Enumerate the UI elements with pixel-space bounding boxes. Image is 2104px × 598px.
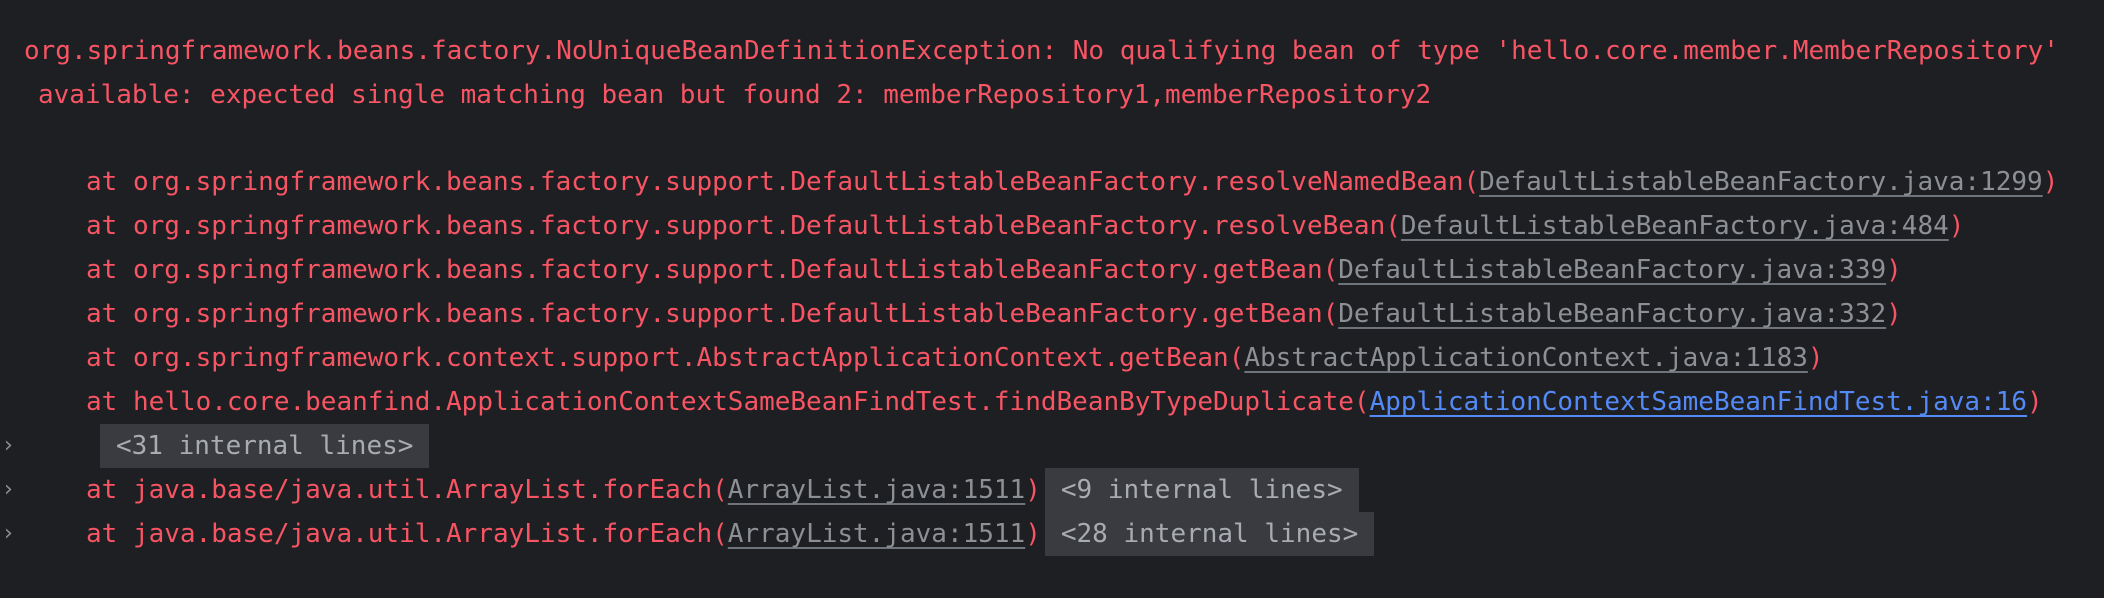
stack-frame-close: )	[1807, 343, 1824, 373]
stack-frame-text: at org.springframework.beans.factory.sup…	[86, 255, 1339, 285]
source-link[interactable]: ArrayList.java:1511	[728, 519, 1025, 549]
stack-frame-text: at org.springframework.beans.factory.sup…	[86, 211, 1401, 241]
chevron-right-icon[interactable]: ›	[4, 468, 18, 512]
stack-frame: at org.springframework.beans.factory.sup…	[86, 292, 1902, 336]
source-link[interactable]: ArrayList.java:1511	[728, 475, 1025, 505]
internal-lines-fold[interactable]: <9 internal lines>	[1044, 468, 1359, 512]
stack-frame-close: )	[1025, 519, 1041, 549]
source-link[interactable]: DefaultListableBeanFactory.java:332	[1338, 299, 1886, 329]
internal-lines-fold[interactable]: <28 internal lines>	[1044, 512, 1375, 556]
source-link[interactable]: DefaultListableBeanFactory.java:484	[1401, 211, 1949, 241]
stack-frame-text: at java.base/java.util.ArrayList.forEach…	[86, 475, 728, 505]
stack-frame-close: )	[1948, 211, 1965, 241]
exception-message-line1: org.springframework.beans.factory.NoUniq…	[24, 36, 2059, 66]
stack-frame: at org.springframework.beans.factory.sup…	[86, 160, 2058, 204]
stack-frame-close: )	[2027, 387, 2043, 417]
stack-frame-text: at org.springframework.context.support.A…	[86, 343, 1245, 373]
chevron-right-icon[interactable]: ›	[4, 512, 18, 556]
source-link[interactable]: AbstractApplicationContext.java:1183	[1244, 343, 1808, 373]
stack-frame-text: at hello.core.beanfind.ApplicationContex…	[86, 387, 1370, 417]
stack-frame: at java.base/java.util.ArrayList.forEach…	[86, 512, 1375, 556]
console-output: org.springframework.beans.factory.NoUniq…	[0, 0, 2104, 598]
exception-message-line2: available: expected single matching bean…	[38, 80, 1432, 110]
stack-frame-text: at org.springframework.beans.factory.sup…	[86, 167, 1480, 197]
stack-frame: at org.springframework.beans.factory.sup…	[86, 248, 1902, 292]
chevron-right-icon[interactable]: ›	[4, 424, 18, 468]
source-link[interactable]: DefaultListableBeanFactory.java:1299	[1479, 167, 2043, 197]
stack-frame-close: )	[2042, 167, 2059, 197]
stack-frame-text: at java.base/java.util.ArrayList.forEach…	[86, 519, 728, 549]
stack-frame-close: )	[1886, 255, 1902, 285]
stack-frame: at hello.core.beanfind.ApplicationContex…	[86, 380, 2043, 424]
stack-frame-close: )	[1886, 299, 1902, 329]
stack-frame-close: )	[1025, 475, 1041, 505]
stack-frame: at org.springframework.beans.factory.sup…	[86, 204, 1964, 248]
source-link[interactable]: DefaultListableBeanFactory.java:339	[1338, 255, 1886, 285]
stack-frame: at org.springframework.context.support.A…	[86, 336, 1824, 380]
source-link-user-code[interactable]: ApplicationContextSameBeanFindTest.java:…	[1370, 387, 2027, 417]
stack-frame: at java.base/java.util.ArrayList.forEach…	[86, 468, 1359, 512]
stack-frame-text: at org.springframework.beans.factory.sup…	[86, 299, 1339, 329]
internal-lines-fold[interactable]: <31 internal lines>	[100, 424, 430, 468]
